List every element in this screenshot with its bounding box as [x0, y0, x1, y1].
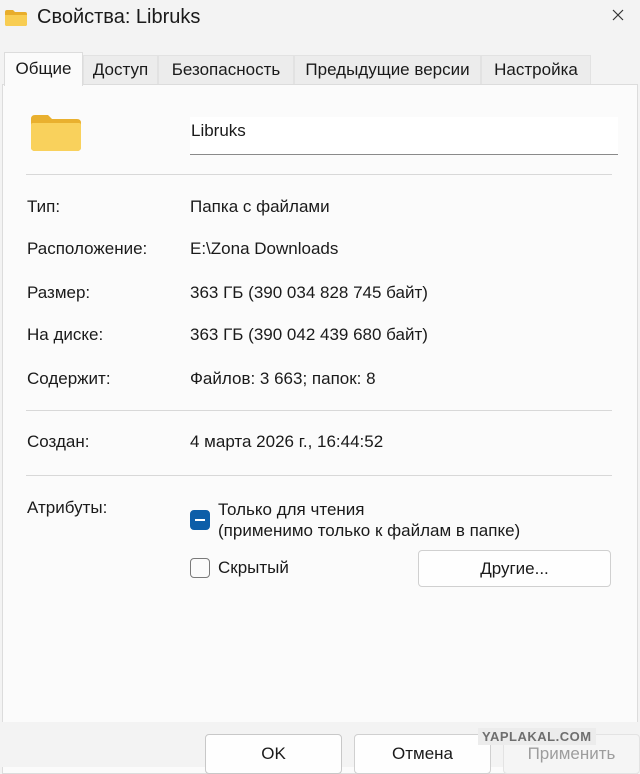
watermark: YAPLAKAL.COM [478, 728, 596, 745]
readonly-checkbox[interactable] [190, 510, 210, 530]
cancel-button[interactable]: Отмена [354, 734, 491, 774]
size-on-disk-value: 363 ГБ (390 042 439 680 байт) [190, 325, 428, 344]
tab-security[interactable]: Безопасность [158, 55, 294, 85]
tab-bar: Общие Доступ Безопасность Предыдущие вер… [0, 52, 640, 86]
divider [26, 410, 612, 411]
hidden-checkbox[interactable] [190, 558, 210, 578]
close-button[interactable] [596, 0, 640, 34]
window-title: Свойства: Libruks [37, 6, 201, 28]
type-label: Тип: [27, 197, 61, 216]
readonly-label: Только для чтения [218, 500, 365, 519]
created-value: 4 марта 2026 г., 16:44:52 [190, 432, 384, 451]
folder-name-input[interactable] [190, 117, 618, 155]
folder-icon [4, 9, 28, 32]
contains-label: Содержит: [27, 369, 111, 388]
title-bar: Свойства: Libruks [0, 0, 640, 34]
created-label: Создан: [27, 432, 90, 451]
hidden-label: Скрытый [218, 558, 289, 577]
folder-icon [29, 113, 83, 158]
location-value: E:\Zona Downloads [190, 239, 339, 258]
location-label: Расположение: [27, 239, 148, 258]
tab-previous-versions[interactable]: Предыдущие версии [294, 55, 481, 85]
tab-sharing[interactable]: Доступ [83, 55, 158, 85]
ok-button[interactable]: OK [205, 734, 342, 774]
readonly-hint: (применимо только к файлам в папке) [218, 521, 521, 540]
attributes-label: Атрибуты: [27, 498, 108, 517]
tab-customize[interactable]: Настройка [481, 55, 591, 85]
advanced-attributes-button[interactable]: Другие... [418, 550, 611, 587]
size-label: Размер: [27, 283, 91, 302]
divider [26, 174, 612, 175]
divider [26, 475, 612, 476]
size-on-disk-label: На диске: [27, 325, 104, 344]
contains-value: Файлов: 3 663; папок: 8 [190, 369, 376, 388]
type-value: Папка с файлами [190, 197, 330, 216]
general-tab-panel [2, 84, 638, 774]
close-icon [612, 8, 624, 26]
tab-general[interactable]: Общие [4, 52, 83, 86]
size-value: 363 ГБ (390 034 828 745 байт) [190, 283, 428, 302]
